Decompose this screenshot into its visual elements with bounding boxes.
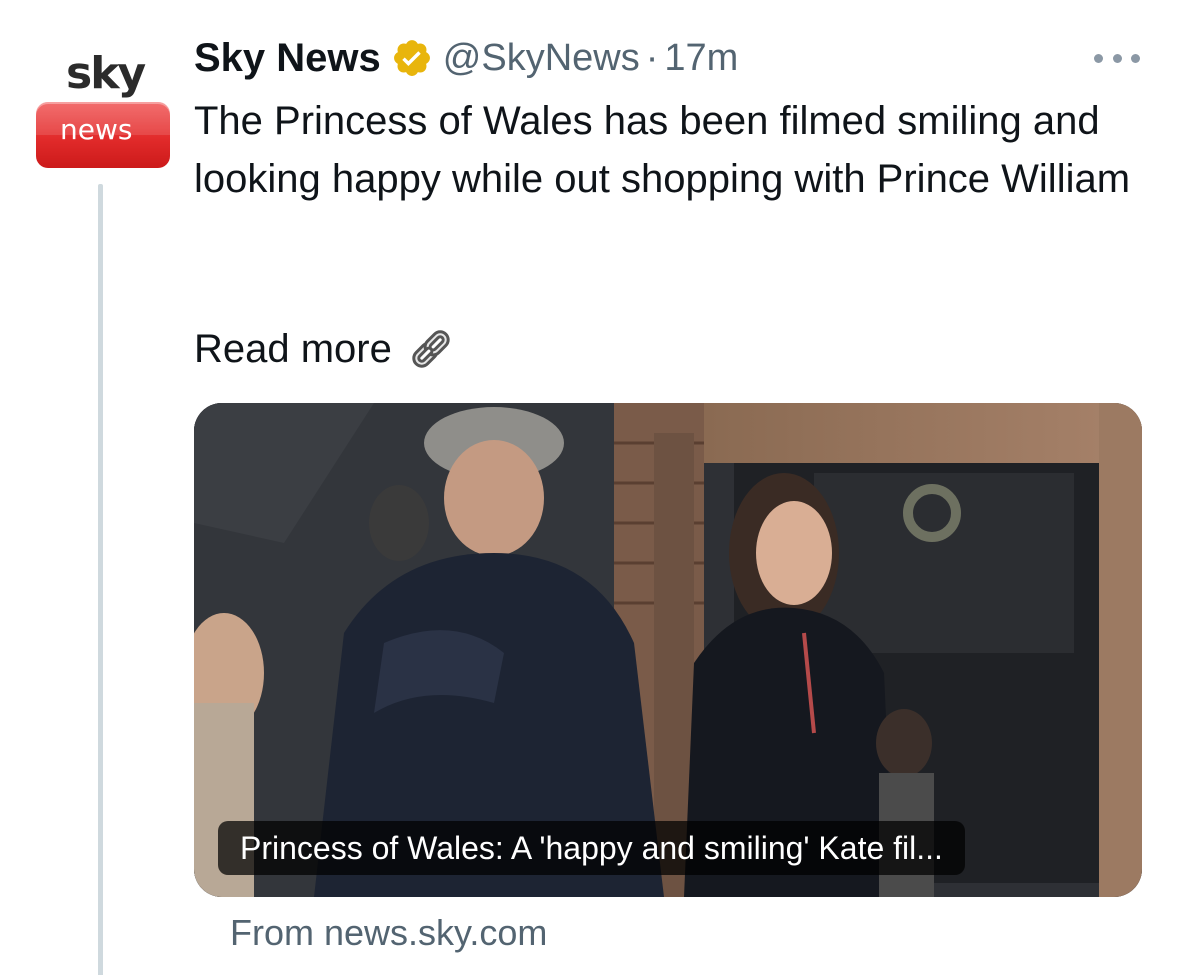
timestamp[interactable]: 17m <box>664 37 738 80</box>
logo-sky-text: sky <box>66 48 146 99</box>
card-caption: Princess of Wales: A 'happy and smiling'… <box>218 821 965 875</box>
link-chain-icon <box>412 330 450 368</box>
thread-line <box>98 184 103 975</box>
verified-badge-icon[interactable] <box>391 37 433 79</box>
sky-news-avatar[interactable]: sky news <box>36 50 170 170</box>
link-source[interactable]: From news.sky.com <box>230 912 547 954</box>
read-more-text: Read more <box>194 326 392 371</box>
link-preview-card[interactable]: Princess of Wales: A 'happy and smiling'… <box>194 403 1142 897</box>
tweet-text: The Princess of Wales has been filmed sm… <box>194 99 1131 201</box>
tweet[interactable]: sky news Sky News @SkyNews · 17m The Pri… <box>0 0 1179 975</box>
tweet-header: Sky News @SkyNews · 17m <box>194 34 738 82</box>
handle[interactable]: @SkyNews <box>443 37 640 80</box>
read-more-line: Read more <box>194 320 460 378</box>
separator-dot: · <box>645 36 659 79</box>
display-name[interactable]: Sky News <box>194 36 381 81</box>
more-options-icon[interactable] <box>1094 48 1140 68</box>
logo-news-text: news <box>60 113 133 146</box>
logo-news-pill: news <box>36 102 170 168</box>
